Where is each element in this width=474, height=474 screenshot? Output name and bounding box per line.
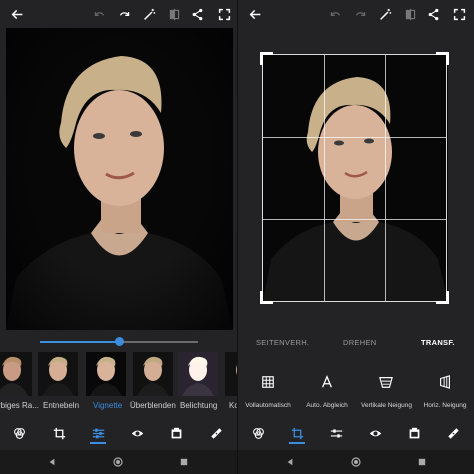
tool-vertical-tilt[interactable]: Vertikale Neigung <box>361 372 412 416</box>
top-toolbar <box>238 0 474 28</box>
frame-icon[interactable] <box>402 422 426 444</box>
effect-label: Entnebeln <box>43 401 80 410</box>
fullscreen-icon[interactable] <box>213 0 235 28</box>
adjustments-icon[interactable] <box>86 422 110 444</box>
crop-icon[interactable] <box>47 422 71 444</box>
letter-a-icon <box>319 374 335 390</box>
right-editor-pane: SEITENVERH. DREHEN TRANSF. Vollautomatis… <box>237 0 474 474</box>
vertical-tilt-icon <box>378 374 394 390</box>
redo-icon[interactable] <box>349 0 371 28</box>
slider-fill <box>40 341 119 343</box>
effect-label: Belichtung <box>180 401 218 410</box>
effect-label: rbiges Ra... <box>0 401 39 410</box>
tool-label: Vollautomatisch <box>245 402 291 409</box>
undo-icon[interactable] <box>324 0 346 28</box>
effect-thumbnail[interactable] <box>0 352 32 396</box>
active-tab-indicator <box>90 442 106 444</box>
looks-icon[interactable] <box>7 422 31 444</box>
frame-icon[interactable] <box>164 422 188 444</box>
tool-auto-level[interactable]: Auto. Abgleich <box>302 372 352 416</box>
photo-preview[interactable] <box>6 28 233 330</box>
tool-label: Auto. Abgleich <box>306 402 348 409</box>
back-arrow-icon[interactable] <box>244 0 266 28</box>
system-navigation-bar <box>0 450 237 474</box>
left-editor-pane: rbiges Ra... Entnebeln Vignette Überblen… <box>0 0 237 474</box>
crop-icon[interactable] <box>285 422 309 444</box>
tool-label: Vertikale Neigung <box>361 402 412 409</box>
share-icon[interactable] <box>422 0 444 28</box>
back-arrow-icon[interactable] <box>6 0 28 28</box>
effect-label: Ko <box>229 401 237 410</box>
compare-icon[interactable] <box>399 0 421 28</box>
tool-horizontal-tilt[interactable]: Horiz. Neigung <box>420 372 470 416</box>
undo-icon[interactable] <box>88 0 110 28</box>
photo-preview[interactable] <box>263 54 448 302</box>
tab-aspect-ratio[interactable]: SEITENVERH. <box>256 338 309 347</box>
active-tab-indicator <box>289 442 305 444</box>
effect-thumbnail[interactable] <box>225 352 237 396</box>
nav-back-icon[interactable] <box>44 454 60 470</box>
compare-icon[interactable] <box>163 0 185 28</box>
tool-full-auto[interactable]: Vollautomatisch <box>243 372 293 416</box>
tab-rotate[interactable]: DREHEN <box>343 338 376 347</box>
bottom-toolbar <box>238 422 474 444</box>
transform-tools: Vollautomatisch Auto. Abgleich Vertikale… <box>238 372 474 416</box>
effect-thumbnail[interactable] <box>38 352 78 396</box>
grid-icon <box>260 374 276 390</box>
effects-strip: rbiges Ra... Entnebeln Vignette Überblen… <box>0 352 237 416</box>
effect-label: Vignette <box>93 401 123 410</box>
healing-icon[interactable] <box>441 422 465 444</box>
effect-thumbnail[interactable] <box>86 352 126 396</box>
system-navigation-bar <box>238 450 474 474</box>
nav-home-icon[interactable] <box>110 454 126 470</box>
eye-icon[interactable] <box>363 422 387 444</box>
share-icon[interactable] <box>186 0 208 28</box>
transform-tabs: SEITENVERH. DREHEN TRANSF. <box>238 334 474 354</box>
nav-recents-icon[interactable] <box>414 454 430 470</box>
nav-back-icon[interactable] <box>282 454 298 470</box>
magic-wand-icon[interactable] <box>374 0 396 28</box>
magic-wand-icon[interactable] <box>138 0 160 28</box>
effect-thumbnail[interactable] <box>133 352 173 396</box>
adjustments-icon[interactable] <box>324 422 348 444</box>
nav-home-icon[interactable] <box>348 454 364 470</box>
horizontal-tilt-icon <box>437 374 453 390</box>
bottom-toolbar <box>0 422 237 444</box>
nav-recents-icon[interactable] <box>176 454 192 470</box>
tool-label: Horiz. Neigung <box>423 402 467 409</box>
healing-icon[interactable] <box>204 422 228 444</box>
redo-icon[interactable] <box>113 0 135 28</box>
effect-label: Überblenden <box>130 401 176 410</box>
top-toolbar <box>0 0 237 28</box>
looks-icon[interactable] <box>246 422 270 444</box>
vignette-slider[interactable] <box>40 337 198 346</box>
effect-thumbnail[interactable] <box>178 352 218 396</box>
tab-transform[interactable]: TRANSF. <box>421 338 455 347</box>
slider-thumb[interactable] <box>115 337 124 346</box>
fullscreen-icon[interactable] <box>448 0 470 28</box>
eye-icon[interactable] <box>125 422 149 444</box>
